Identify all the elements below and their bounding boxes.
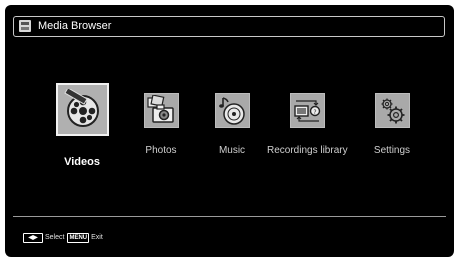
settings-tile[interactable] xyxy=(374,93,410,128)
camera-photos-icon xyxy=(146,95,174,123)
menu-item-recordings-library[interactable]: ? Recordings library xyxy=(267,93,348,156)
menu-label: Settings xyxy=(373,145,411,156)
menu-item-videos[interactable]: Videos xyxy=(42,83,122,168)
svg-text:?: ? xyxy=(313,109,316,116)
menu-label: Music xyxy=(218,145,246,156)
gears-icon xyxy=(381,98,404,124)
select-hint-label: Select xyxy=(45,234,65,241)
menu-label: Videos xyxy=(64,156,100,168)
media-browser-icon xyxy=(19,20,31,32)
title-bar: Media Browser xyxy=(13,16,445,37)
photos-tile[interactable] xyxy=(143,93,179,128)
menu-item-photos[interactable]: Photos xyxy=(121,93,201,156)
menu-label: Photos xyxy=(145,145,177,156)
music-disc-icon xyxy=(218,97,245,125)
music-tile[interactable] xyxy=(214,93,250,128)
film-reel-icon xyxy=(63,89,99,127)
footer-divider xyxy=(13,216,446,217)
menu-item-settings[interactable]: Settings xyxy=(352,93,432,156)
left-right-arrow-key-icon: ◀▶ xyxy=(23,233,43,243)
menu-label: Recordings library xyxy=(267,145,348,156)
recordings-tile[interactable]: ? xyxy=(289,93,325,128)
media-browser-screen: Media Browser Videos Photos Music ? Reco… xyxy=(5,5,454,257)
menu-item-music[interactable]: Music xyxy=(192,93,272,156)
recordings-tv-icon: ? xyxy=(293,100,320,122)
footer-hints: ◀▶ Select MENU Exit xyxy=(23,232,106,244)
menu-key-icon: MENU xyxy=(67,233,90,243)
exit-hint-label: Exit xyxy=(91,234,103,241)
videos-tile[interactable] xyxy=(55,83,109,136)
page-title: Media Browser xyxy=(38,20,112,32)
